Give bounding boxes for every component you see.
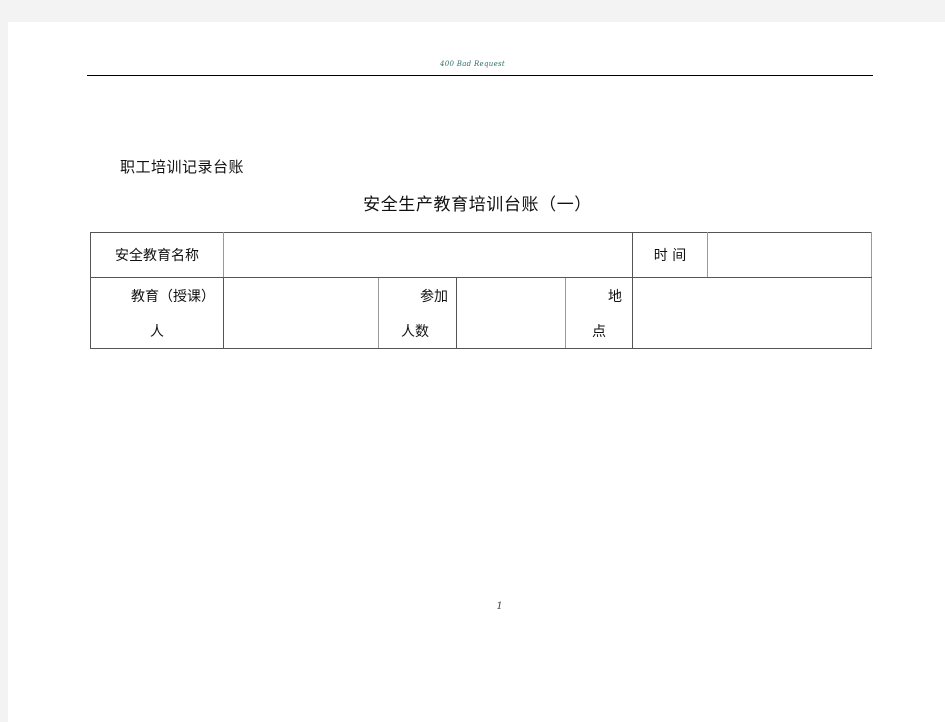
document-subtitle: 职工培训记录台账	[120, 158, 245, 176]
place-label-cell: 地 点	[565, 277, 633, 349]
instructor-label-line2: 人	[150, 323, 164, 340]
participants-label-cell: 参加 人数	[378, 277, 457, 349]
time-label: 时 间	[632, 232, 708, 278]
time-field[interactable]	[707, 232, 872, 278]
place-field[interactable]	[632, 277, 872, 349]
instructor-field[interactable]	[223, 277, 379, 349]
participants-label-line2: 人数	[401, 323, 429, 340]
table-row: 安全教育名称 时 间	[90, 232, 872, 278]
place-label-line2: 点	[592, 323, 606, 340]
header-divider	[87, 75, 873, 76]
document-page	[8, 22, 945, 722]
instructor-label-line1: 教育（授课）	[131, 288, 215, 305]
table-row: 教育（授课） 人 参加 人数 地 点	[90, 277, 872, 349]
training-ledger-table: 安全教育名称 时 间 教育（授课） 人 参加 人数 地 点	[90, 232, 872, 349]
instructor-label-cell: 教育（授课） 人	[90, 277, 224, 349]
education-name-label: 安全教育名称	[90, 232, 224, 278]
participants-label-line1: 参加	[420, 288, 448, 305]
page-number: 1	[496, 601, 503, 612]
page-header-text: 400 Bad Request	[439, 60, 506, 68]
participants-field[interactable]	[456, 277, 566, 349]
place-label-line1: 地	[608, 288, 622, 305]
education-name-field[interactable]	[223, 232, 633, 278]
document-title: 安全生产教育培训台账（一）	[363, 195, 592, 215]
